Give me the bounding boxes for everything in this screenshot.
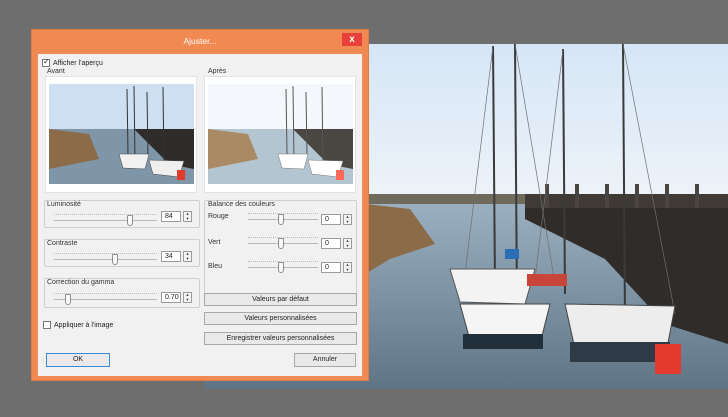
brightness-label: Luminosité (47, 201, 81, 208)
contrast-track (54, 259, 157, 260)
apply-checkbox[interactable] (43, 321, 51, 329)
brightness-ticks (54, 214, 157, 217)
green-slider-knob[interactable] (278, 238, 284, 249)
brightness-slider-knob[interactable] (127, 215, 133, 226)
after-preview (204, 76, 356, 193)
brightness-track (54, 220, 157, 221)
contrast-value-field[interactable]: 34 (161, 251, 181, 262)
blue-spinner[interactable]: ▲ ▼ (343, 262, 352, 273)
apply-checkbox-label: Appliquer à l'image (54, 321, 114, 329)
apply-checkbox-row[interactable]: Appliquer à l'image (43, 321, 113, 329)
after-label: Après (208, 68, 227, 75)
before-label: Avant (47, 68, 65, 75)
preview-checkbox[interactable] (42, 57, 50, 67)
dialog-body: Afficher l'aperçu Avant Après (38, 54, 362, 376)
cancel-button[interactable]: Annuler (294, 353, 356, 367)
gamma-slider-knob[interactable] (65, 294, 71, 305)
preview-checkbox-row[interactable]: Afficher l'aperçu (42, 57, 103, 67)
close-icon[interactable]: x (342, 33, 362, 46)
brightness-value-field[interactable]: 84 (161, 211, 181, 222)
contrast-slider-knob[interactable] (112, 254, 118, 265)
contrast-ticks (54, 253, 157, 256)
blue-slider-knob[interactable] (278, 262, 284, 273)
red-label: Rouge (208, 213, 229, 220)
preview-checkbox-label: Afficher l'aperçu (53, 59, 103, 67)
red-slider-knob[interactable] (278, 214, 284, 225)
red-value-field[interactable]: 0 (321, 214, 341, 225)
save-custom-values-button[interactable]: Enregistrer valeurs personnalisées (204, 332, 357, 345)
before-thumbnail-image (49, 84, 194, 184)
dialog-titlebar[interactable]: Ajuster... x (32, 30, 368, 54)
adjust-dialog: Ajuster... x Afficher l'aperçu Avant Apr… (31, 29, 369, 381)
gamma-label: Correction du gamma (47, 279, 115, 286)
brightness-spinner[interactable]: ▲ ▼ (183, 211, 192, 222)
gamma-spinner[interactable]: ▲ ▼ (183, 292, 192, 303)
ok-button[interactable]: OK (46, 353, 110, 367)
green-label: Vert (208, 239, 221, 246)
before-preview (45, 76, 197, 193)
contrast-label: Contraste (47, 240, 78, 247)
dialog-title: Ajuster... (183, 36, 217, 46)
color-balance-label: Balance des couleurs (208, 201, 275, 208)
green-spinner[interactable]: ▲ ▼ (343, 238, 352, 249)
blue-value-field[interactable]: 0 (321, 262, 341, 273)
custom-values-button[interactable]: Valeurs personnalisées (204, 312, 357, 325)
red-spinner[interactable]: ▲ ▼ (343, 214, 352, 225)
gamma-value-field[interactable]: 0.70 (161, 292, 181, 303)
green-value-field[interactable]: 0 (321, 238, 341, 249)
blue-label: Bleu (208, 263, 223, 270)
after-thumbnail-image (208, 84, 353, 184)
contrast-spinner[interactable]: ▲ ▼ (183, 251, 192, 262)
default-values-button[interactable]: Valeurs par défaut (204, 293, 357, 306)
